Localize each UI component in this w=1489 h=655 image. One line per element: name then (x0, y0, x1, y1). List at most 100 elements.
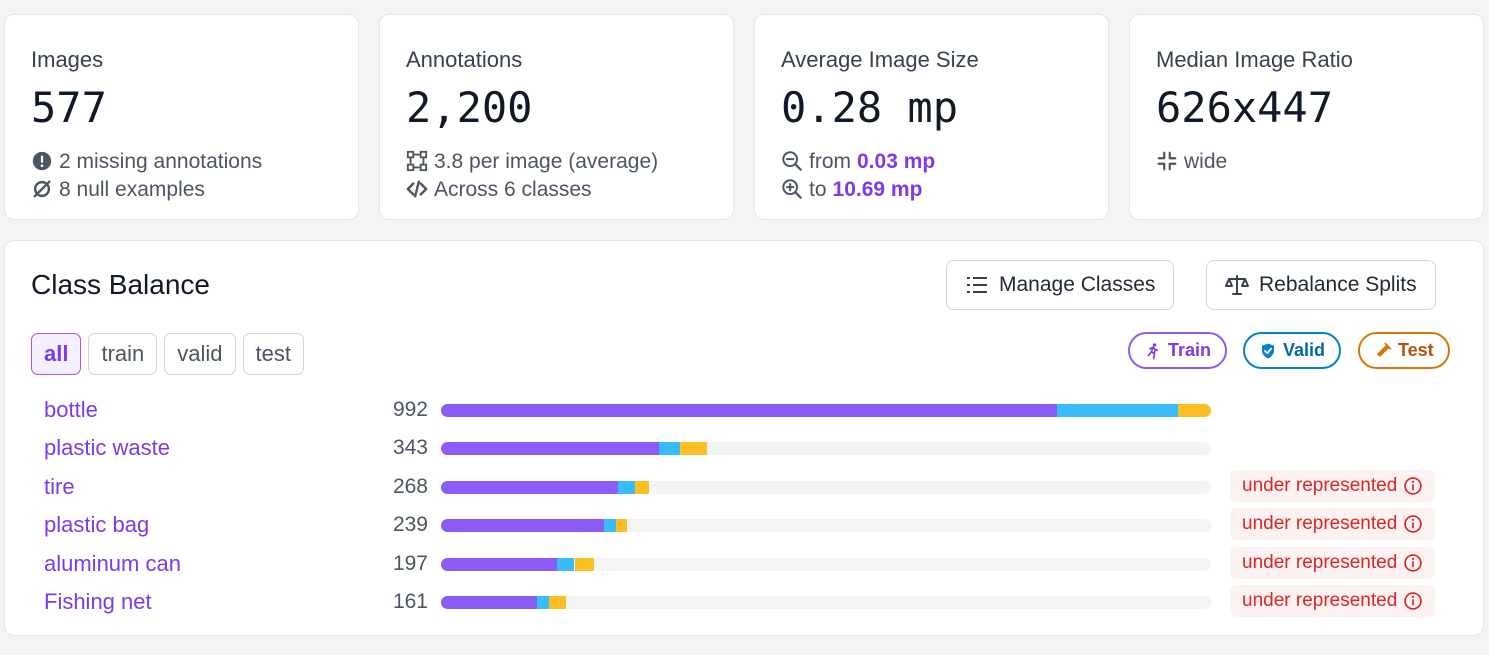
ratio-label: Median Image Ratio (1156, 47, 1353, 72)
class-name[interactable]: plastic bag (44, 512, 149, 538)
missing-annotations-text: 2 missing annotations (59, 149, 263, 173)
class-count: 268 (392, 475, 428, 498)
classes-text: Across 6 classes (434, 177, 592, 201)
class-bar-track (441, 558, 1211, 571)
exclamation-circle-icon (32, 151, 52, 171)
class-bar-track (441, 519, 1211, 532)
bounding-box-icon (406, 150, 428, 172)
bar-segment-train (441, 404, 1058, 417)
legend-valid: Valid (1243, 332, 1342, 369)
bar-segment-test (616, 519, 627, 532)
rebalance-splits-label: Rebalance Splits (1259, 273, 1417, 296)
bar-segment-valid (659, 442, 681, 455)
under-represented-badge[interactable]: under represented (1230, 547, 1436, 579)
manage-classes-button[interactable]: Manage Classes (946, 260, 1175, 310)
from-label: from (809, 149, 851, 173)
class-count: 161 (392, 590, 428, 613)
bar-segment-train (441, 442, 660, 455)
under-represented-label: under represented (1242, 475, 1398, 496)
min-size-line: from 0.03 mp (781, 150, 935, 172)
bar-segment-valid (537, 596, 549, 609)
class-count: 343 (392, 436, 428, 459)
to-value: 10.69 mp (832, 177, 923, 201)
tab-valid[interactable]: valid (164, 333, 236, 375)
rebalance-splits-button[interactable]: Rebalance Splits (1206, 260, 1436, 310)
ratio-value: 626x447 (1156, 83, 1334, 132)
bar-segment-valid (604, 519, 617, 532)
class-bar-track (441, 442, 1211, 455)
class-balance-title: Class Balance (31, 269, 210, 300)
under-represented-label: under represented (1242, 513, 1398, 534)
class-bar-track (441, 481, 1211, 494)
class-name[interactable]: tire (44, 474, 75, 500)
class-name[interactable]: aluminum can (44, 551, 181, 577)
zoom-in-icon (782, 179, 802, 199)
info-circle-icon (1404, 515, 1423, 533)
class-bar-track (441, 596, 1211, 609)
class-count: 992 (392, 398, 428, 421)
ratio-orientation-line: wide (1156, 150, 1227, 172)
bar-segment-train (441, 481, 618, 494)
flask-icon (1377, 342, 1392, 356)
annotations-card: Annotations 2,200 3.8 per image (average… (379, 14, 734, 220)
legend-valid-label: Valid (1283, 340, 1326, 360)
tab-test[interactable]: test (242, 333, 304, 375)
class-row[interactable]: plastic bag 239 under represented (5, 506, 1483, 544)
class-name[interactable]: plastic waste (44, 435, 170, 461)
class-name[interactable]: bottle (44, 397, 98, 423)
bar-segment-train (441, 519, 604, 532)
class-count: 239 (392, 513, 428, 536)
class-row[interactable]: plastic waste 343 (5, 429, 1483, 467)
from-value: 0.03 mp (857, 149, 936, 173)
manage-classes-label: Manage Classes (999, 273, 1156, 296)
under-represented-badge[interactable]: under represented (1230, 508, 1436, 540)
classes-line: Across 6 classes (406, 178, 592, 200)
under-represented-label: under represented (1242, 552, 1398, 573)
bar-segment-valid (1057, 404, 1178, 417)
class-row[interactable]: tire 268 under represented (5, 468, 1483, 506)
tab-train[interactable]: train (88, 333, 158, 375)
shield-check-icon (1262, 343, 1274, 358)
bar-segment-test (680, 442, 708, 455)
ratio-orientation-text: wide (1184, 149, 1228, 173)
bar-segment-test (635, 481, 650, 494)
missing-annotations-line: 2 missing annotations (31, 150, 262, 172)
class-name[interactable]: Fishing net (44, 589, 152, 615)
scale-icon (1225, 275, 1249, 295)
avg-size-value: 0.28 mp (781, 83, 959, 132)
max-size-line: to 10.69 mp (781, 178, 922, 200)
null-set-icon (33, 180, 51, 198)
legend-train-label: Train (1168, 340, 1212, 360)
compress-icon (1157, 151, 1177, 171)
legend-train: Train (1128, 332, 1228, 369)
avg-size-card: Average Image Size 0.28 mp from 0.03 mp … (754, 14, 1109, 220)
zoom-out-icon (782, 151, 802, 171)
bar-segment-test (548, 596, 566, 609)
class-row[interactable]: bottle 992 (5, 391, 1483, 429)
info-circle-icon (1404, 477, 1423, 495)
under-represented-badge[interactable]: under represented (1230, 585, 1436, 617)
null-examples-line: 8 null examples (31, 178, 205, 200)
tab-all[interactable]: all (31, 333, 82, 375)
class-row[interactable]: Fishing net 161 under represented (5, 583, 1483, 621)
images-card: Images 577 2 missing annotations 8 null … (4, 14, 359, 220)
bar-segment-valid (617, 481, 636, 494)
legend-test: Test (1358, 332, 1450, 369)
bar-segment-test (1177, 404, 1211, 417)
bar-segment-test (574, 558, 594, 571)
bar-segment-train (441, 558, 557, 571)
bar-segment-train (441, 596, 538, 609)
null-examples-text: 8 null examples (59, 177, 205, 201)
info-circle-icon (1404, 554, 1423, 572)
bar-segment-valid (556, 558, 575, 571)
avg-size-label: Average Image Size (781, 47, 979, 72)
images-value: 577 (31, 83, 107, 132)
ratio-card: Median Image Ratio 626x447 wide (1129, 14, 1484, 220)
annotations-label: Annotations (406, 47, 523, 72)
class-row[interactable]: aluminum can 197 under represented (5, 545, 1483, 583)
class-balance-panel: Class Balance Manage Classes Rebalance S… (4, 240, 1484, 636)
to-label: to (809, 177, 827, 201)
under-represented-badge[interactable]: under represented (1230, 470, 1436, 502)
list-icon (967, 277, 987, 293)
under-represented-label: under represented (1242, 590, 1398, 611)
